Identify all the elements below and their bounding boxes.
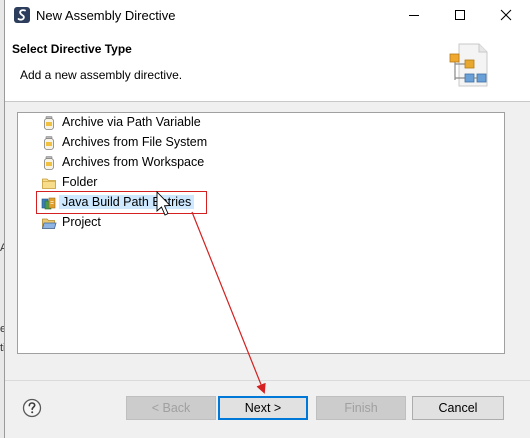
jar-icon: [41, 115, 57, 131]
tree-item-label: Folder: [62, 175, 98, 189]
close-icon: [500, 9, 512, 21]
project-folder-icon: [41, 215, 57, 231]
directive-type-tree[interactable]: Archive via Path Variable Archives from …: [17, 112, 505, 354]
wizard-banner-icon: [445, 42, 489, 88]
window-title: New Assembly Directive: [36, 8, 176, 23]
close-button[interactable]: [483, 0, 529, 31]
tree-item-label: Archives from Workspace: [62, 155, 205, 169]
help-icon: [22, 398, 42, 418]
dialog-window: New Assembly Directive Select Directive …: [4, 0, 530, 438]
page-title: Select Directive Type: [12, 42, 132, 56]
tree-item-label: Project: [62, 215, 101, 229]
jar-icon: [41, 155, 57, 171]
jar-icon: [41, 135, 57, 151]
title-bar[interactable]: New Assembly Directive: [5, 0, 530, 31]
cancel-button[interactable]: Cancel: [412, 396, 504, 420]
help-button[interactable]: [22, 398, 42, 418]
folder-icon: [41, 175, 57, 191]
footer-divider: [5, 380, 530, 381]
page-description: Add a new assembly directive.: [20, 68, 183, 82]
next-button[interactable]: Next >: [218, 396, 308, 420]
tree-item-label: Archive via Path Variable: [62, 115, 201, 129]
maximize-button[interactable]: [437, 0, 483, 31]
annotation-highlight-box: [36, 191, 207, 214]
maximize-icon: [455, 10, 465, 20]
wizard-header: Select Directive Type Add a new assembly…: [5, 31, 530, 102]
back-button[interactable]: < Back: [126, 396, 216, 420]
minimize-button[interactable]: [391, 0, 437, 31]
tree-item-label: Archives from File System: [62, 135, 208, 149]
finish-button[interactable]: Finish: [316, 396, 406, 420]
app-logo-icon: [14, 7, 30, 23]
minimize-icon: [409, 15, 419, 16]
